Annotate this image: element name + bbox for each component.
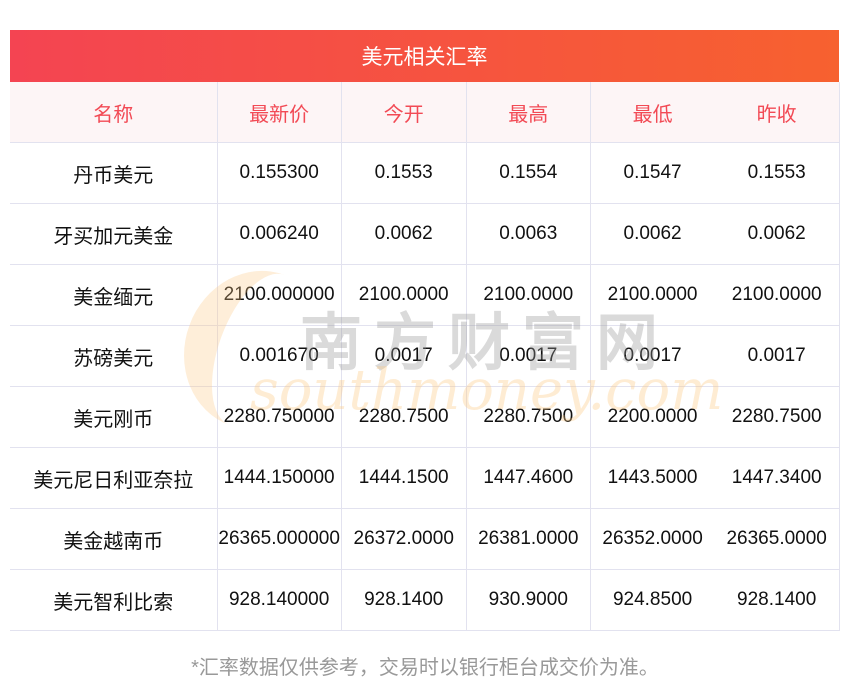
table-row: 美元刚币 2280.750000 2280.7500 2280.7500 2200.00… — [10, 386, 841, 448]
column-header: 名称 — [10, 82, 218, 143]
rate-cell: 1447.4600 — [465, 447, 591, 509]
table-row: 牙买加元美金 0.006240 0.0062 0.0063 0.0062 0.0062 — [10, 203, 841, 265]
currency-name-cell: 美元尼日利亚奈拉 — [10, 447, 218, 509]
currency-name-cell: 丹币美元 — [10, 142, 218, 204]
rate-cell: 924.8500 — [589, 569, 715, 631]
rate-cell: 0.1554 — [465, 142, 591, 204]
rate-cell: 0.0017 — [714, 325, 841, 387]
rate-cell: 0.0062 — [340, 203, 467, 265]
rate-cell: 2280.7500 — [340, 386, 467, 448]
currency-name-cell: 美金越南币 — [10, 508, 218, 570]
rate-cell: 0.006240 — [216, 203, 342, 265]
table-row: 丹币美元 0.155300 0.1553 0.1554 0.1547 0.1553 — [10, 142, 841, 204]
rate-cell: 2100.000000 — [216, 264, 342, 326]
table-row: 美金越南币 26365.000000 26372.0000 26381.0000 263… — [10, 508, 841, 570]
rate-cell: 1444.150000 — [216, 447, 342, 509]
rate-cell: 0.1547 — [589, 142, 715, 204]
currency-name-cell: 美元刚币 — [10, 386, 218, 448]
table-title: 美元相关汇率 — [10, 30, 839, 82]
column-header: 最高 — [465, 82, 591, 143]
rate-cell: 2100.0000 — [340, 264, 467, 326]
column-header: 昨收 — [714, 82, 841, 143]
rate-cell: 26381.0000 — [465, 508, 591, 570]
rate-cell: 2280.750000 — [216, 386, 342, 448]
rate-cell: 2280.7500 — [714, 386, 841, 448]
footnote: *汇率数据仅供参考，交易时以银行柜台成交价为准。 — [191, 657, 659, 679]
rate-cell: 0.155300 — [216, 142, 342, 204]
rate-cell: 0.001670 — [216, 325, 342, 387]
table-row: 美元智利比索 928.140000 928.1400 930.9000 924.8500… — [10, 569, 841, 631]
exchange-rate-table: 名称 最新价 今开 最高 最低 昨收 丹币美元 0.155300 0.1553 0.1554 0.… — [10, 82, 841, 631]
rate-cell: 2100.0000 — [589, 264, 715, 326]
currency-name-cell: 苏磅美元 — [10, 325, 218, 387]
rate-cell: 26372.0000 — [340, 508, 467, 570]
rate-cell: 1443.5000 — [589, 447, 715, 509]
rate-cell: 2100.0000 — [465, 264, 591, 326]
currency-name-cell: 美元智利比索 — [10, 569, 218, 631]
rate-cell: 26365.0000 — [714, 508, 841, 570]
rate-cell: 26365.000000 — [216, 508, 342, 570]
column-header: 最新价 — [216, 82, 342, 143]
rate-cell: 928.140000 — [216, 569, 342, 631]
rate-cell: 2100.0000 — [714, 264, 841, 326]
currency-name-cell: 牙买加元美金 — [10, 203, 218, 265]
rate-cell: 0.1553 — [714, 142, 841, 204]
rate-cell: 0.0017 — [340, 325, 467, 387]
column-header: 今开 — [340, 82, 467, 143]
rate-cell: 0.0062 — [714, 203, 841, 265]
table-header-row: 名称 最新价 今开 最高 最低 昨收 — [10, 82, 841, 143]
rate-cell: 0.1553 — [340, 142, 467, 204]
rate-cell: 930.9000 — [465, 569, 591, 631]
rate-cell: 928.1400 — [340, 569, 467, 631]
rate-cell: 2280.7500 — [465, 386, 591, 448]
rate-cell: 0.0017 — [465, 325, 591, 387]
rate-cell: 0.0017 — [589, 325, 715, 387]
rate-cell: 1444.1500 — [340, 447, 467, 509]
table-row: 美金缅元 2100.000000 2100.0000 2100.0000 2100.00… — [10, 264, 841, 326]
rate-cell: 928.1400 — [714, 569, 841, 631]
table-row: 美元尼日利亚奈拉 1444.150000 1444.1500 1447.4600 144… — [10, 447, 841, 509]
column-header: 最低 — [589, 82, 715, 143]
rate-cell: 2200.0000 — [589, 386, 715, 448]
rate-cell: 26352.0000 — [589, 508, 715, 570]
rate-cell: 0.0063 — [465, 203, 591, 265]
currency-name-cell: 美金缅元 — [10, 264, 218, 326]
rate-cell: 0.0062 — [589, 203, 715, 265]
rate-cell: 1447.3400 — [714, 447, 841, 509]
table-row: 苏磅美元 0.001670 0.0017 0.0017 0.0017 0.0017 — [10, 325, 841, 387]
